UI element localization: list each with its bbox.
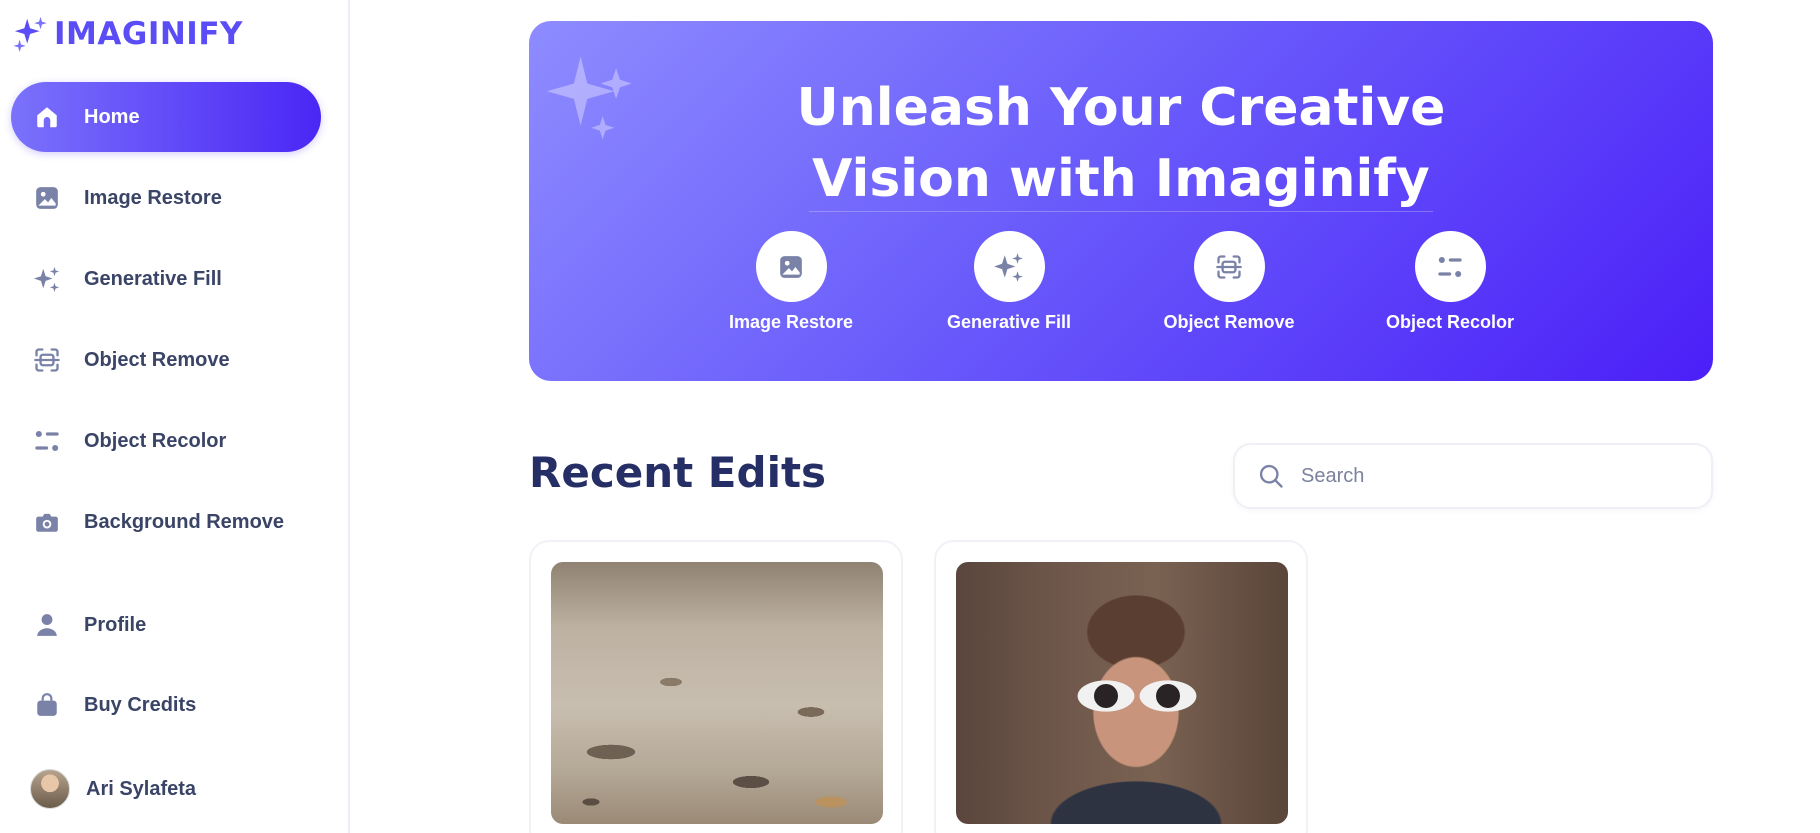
tool-generative-fill[interactable]: Generative Fill (924, 231, 1094, 333)
filter-icon (1438, 256, 1462, 277)
hero-banner: Unleash Your Creative Vision with Imagin… (529, 21, 1713, 381)
sidebar: IMAGINIFY Home Image Restore Generative … (0, 0, 350, 833)
person-with-white-sunglasses-image[interactable] (956, 562, 1288, 824)
recent-edit-card[interactable] (529, 540, 903, 833)
tool-icon-circle[interactable] (973, 231, 1045, 302)
sidebar-item-object-remove[interactable]: Object Remove (11, 325, 321, 395)
sidebar-item-buy-credits[interactable]: Buy Credits (11, 670, 321, 740)
filter-icon (33, 427, 61, 455)
sidebar-item-label: Generative Fill (84, 267, 222, 290)
tool-label: Object Remove (1163, 312, 1295, 332)
search-box[interactable] (1233, 443, 1713, 509)
image-icon (780, 255, 802, 278)
gravel-ground-image[interactable] (551, 562, 883, 824)
tool-image-restore[interactable]: Image Restore (706, 231, 876, 333)
sidebar-item-label: Object Recolor (84, 429, 227, 452)
sidebar-item-label: Object Remove (84, 348, 230, 371)
bag-icon (33, 691, 61, 719)
search-input[interactable] (1301, 464, 1681, 488)
sidebar-item-object-recolor[interactable]: Object Recolor (11, 406, 321, 476)
sidebar-item-label: Background Remove (84, 510, 285, 533)
sidebar-item-generative-fill[interactable]: Generative Fill (11, 244, 321, 314)
tool-object-recolor[interactable]: Object Recolor (1365, 231, 1535, 333)
sunglasses-lens (1156, 684, 1180, 708)
scan-icon (33, 346, 61, 374)
sidebar-item-home[interactable]: Home (11, 82, 321, 152)
brand-name: IMAGINIFY (54, 16, 243, 52)
recent-edits-title: Recent Edits (529, 448, 827, 497)
sparkles-icon (994, 252, 1023, 282)
sparkles-icon (13, 16, 47, 53)
recent-edit-card[interactable] (934, 540, 1308, 833)
sidebar-item-label: Profile (84, 613, 147, 636)
sidebar-item-image-restore[interactable]: Image Restore (11, 163, 321, 233)
hero-title-line-2: Vision with Imaginify (812, 149, 1430, 209)
tool-label: Generative Fill (946, 312, 1072, 332)
tool-label: Object Recolor (1385, 312, 1515, 332)
sidebar-item-label: Buy Credits (84, 693, 197, 716)
tool-object-remove[interactable]: Object Remove (1144, 231, 1314, 333)
divider (809, 211, 1433, 212)
tool-label: Image Restore (728, 312, 854, 332)
image-icon (33, 184, 61, 212)
sidebar-item-label: Home (84, 105, 140, 128)
sunglasses-lens (1094, 684, 1118, 708)
tool-icon-circle[interactable] (1414, 231, 1486, 302)
camera-icon (33, 508, 61, 536)
user-icon (33, 611, 61, 639)
home-icon (33, 103, 61, 131)
logo[interactable]: IMAGINIFY (12, 14, 243, 54)
sparkles-icon (33, 265, 61, 293)
hero-title-line-1: Unleash Your Creative (796, 78, 1446, 138)
search-icon (1259, 464, 1283, 488)
sidebar-item-background-remove[interactable]: Background Remove (11, 487, 321, 557)
tool-icon-circle[interactable] (755, 231, 827, 302)
scan-icon (1216, 254, 1242, 279)
avatar[interactable] (30, 769, 70, 809)
hero-title: Unleash Your Creative Vision with Imagin… (529, 73, 1713, 215)
user-name: Ari Sylafeta (86, 777, 197, 800)
tool-icon-circle[interactable] (1193, 231, 1265, 302)
sidebar-item-profile[interactable]: Profile (11, 590, 321, 660)
user-profile-row[interactable]: Ari Sylafeta (30, 768, 196, 810)
sidebar-item-label: Image Restore (84, 186, 222, 209)
